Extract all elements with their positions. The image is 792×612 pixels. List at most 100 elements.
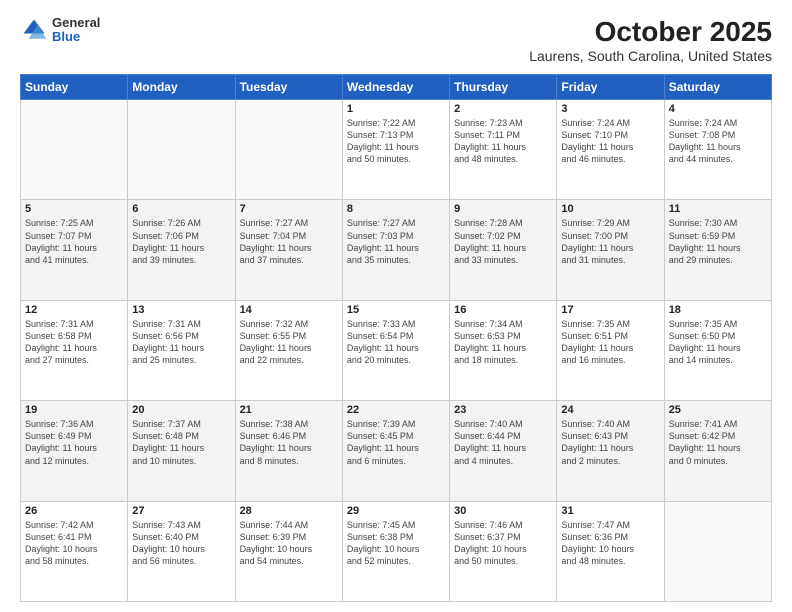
day-info: Sunrise: 7:23 AM Sunset: 7:11 PM Dayligh… [454,117,552,166]
day-number: 22 [347,404,445,416]
calendar-cell: 2 Sunrise: 7:23 AM Sunset: 7:11 PM Daylig… [450,100,557,200]
day-number: 21 [240,404,338,416]
page: General Blue October 2025 Laurens, South… [0,0,792,612]
calendar-cell: 16Sunrise: 7:34 AM Sunset: 6:53 PM Dayli… [450,300,557,400]
day-number: 9 [454,203,552,215]
calendar-cell: 20 Sunrise: 7:37 AM Sunset: 6:48 PM Dayli… [128,401,235,501]
day-number: 6 [132,203,230,215]
day-number: 28 [240,505,338,517]
day-number: 15 [347,304,445,316]
calendar-cell: 27 Sunrise: 7:43 AM Sunset: 6:40 PM Dayli… [128,501,235,601]
calendar-cell: 23 Sunrise: 7:40 AM Sunset: 6:44 PM Dayli… [450,401,557,501]
day-info: Sunrise: 7:37 AM Sunset: 6:48 PM Dayligh… [132,418,230,467]
calendar-cell: 18 Sunrise: 7:35 AM Sunset: 6:50 PM Dayli… [664,300,771,400]
col-sunday: Sunday [21,75,128,100]
logo-general: General [52,16,100,30]
week-row-0: 1Sunrise: 7:22 AM Sunset: 7:13 PM Daylig… [21,100,772,200]
day-info: Sunrise: 7:40 AM Sunset: 6:44 PM Dayligh… [454,418,552,467]
day-number: 30 [454,505,552,517]
day-number: 25 [669,404,767,416]
calendar-cell: 28 Sunrise: 7:44 AM Sunset: 6:39 PM Dayli… [235,501,342,601]
calendar-cell: 29 Sunrise: 7:45 AM Sunset: 6:38 PM Dayli… [342,501,449,601]
calendar-cell: 24Sunrise: 7:40 AM Sunset: 6:43 PM Dayli… [557,401,664,501]
day-number: 7 [240,203,338,215]
day-info: Sunrise: 7:35 AM Sunset: 6:50 PM Dayligh… [669,318,767,367]
day-info: Sunrise: 7:32 AM Sunset: 6:55 PM Dayligh… [240,318,338,367]
day-number: 29 [347,505,445,517]
col-tuesday: Tuesday [235,75,342,100]
day-number: 4 [669,103,767,115]
day-number: 1 [347,103,445,115]
day-number: 17 [561,304,659,316]
day-number: 23 [454,404,552,416]
calendar-subtitle: Laurens, South Carolina, United States [529,48,772,64]
day-info: Sunrise: 7:27 AM Sunset: 7:03 PM Dayligh… [347,217,445,266]
calendar-cell: 31Sunrise: 7:47 AM Sunset: 6:36 PM Dayli… [557,501,664,601]
day-info: Sunrise: 7:33 AM Sunset: 6:54 PM Dayligh… [347,318,445,367]
week-row-3: 19Sunrise: 7:36 AM Sunset: 6:49 PM Dayli… [21,401,772,501]
day-number: 5 [25,203,123,215]
day-info: Sunrise: 7:43 AM Sunset: 6:40 PM Dayligh… [132,519,230,568]
calendar-cell: 6Sunrise: 7:26 AM Sunset: 7:06 PM Daylig… [128,200,235,300]
day-number: 18 [669,304,767,316]
day-info: Sunrise: 7:41 AM Sunset: 6:42 PM Dayligh… [669,418,767,467]
day-info: Sunrise: 7:29 AM Sunset: 7:00 PM Dayligh… [561,217,659,266]
day-info: Sunrise: 7:28 AM Sunset: 7:02 PM Dayligh… [454,217,552,266]
logo: General Blue [20,16,100,45]
day-info: Sunrise: 7:35 AM Sunset: 6:51 PM Dayligh… [561,318,659,367]
day-info: Sunrise: 7:24 AM Sunset: 7:10 PM Dayligh… [561,117,659,166]
calendar-cell: 14 Sunrise: 7:32 AM Sunset: 6:55 PM Dayli… [235,300,342,400]
col-monday: Monday [128,75,235,100]
day-number: 11 [669,203,767,215]
logo-blue: Blue [52,30,100,44]
day-info: Sunrise: 7:34 AM Sunset: 6:53 PM Dayligh… [454,318,552,367]
logo-text: General Blue [52,16,100,45]
day-number: 13 [132,304,230,316]
logo-icon [20,16,48,44]
header-row: Sunday Monday Tuesday Wednesday Thursday… [21,75,772,100]
calendar-cell: 8 Sunrise: 7:27 AM Sunset: 7:03 PM Daylig… [342,200,449,300]
calendar-cell: 4 Sunrise: 7:24 AM Sunset: 7:08 PM Daylig… [664,100,771,200]
day-info: Sunrise: 7:31 AM Sunset: 6:56 PM Dayligh… [132,318,230,367]
day-info: Sunrise: 7:47 AM Sunset: 6:36 PM Dayligh… [561,519,659,568]
calendar-cell: 5 Sunrise: 7:25 AM Sunset: 7:07 PM Daylig… [21,200,128,300]
calendar-cell [21,100,128,200]
calendar-cell: 9 Sunrise: 7:28 AM Sunset: 7:02 PM Daylig… [450,200,557,300]
calendar-cell: 13 Sunrise: 7:31 AM Sunset: 6:56 PM Dayli… [128,300,235,400]
day-number: 2 [454,103,552,115]
calendar-cell: 17 Sunrise: 7:35 AM Sunset: 6:51 PM Dayli… [557,300,664,400]
day-info: Sunrise: 7:45 AM Sunset: 6:38 PM Dayligh… [347,519,445,568]
day-number: 14 [240,304,338,316]
day-info: Sunrise: 7:25 AM Sunset: 7:07 PM Dayligh… [25,217,123,266]
week-row-4: 26Sunrise: 7:42 AM Sunset: 6:41 PM Dayli… [21,501,772,601]
day-info: Sunrise: 7:24 AM Sunset: 7:08 PM Dayligh… [669,117,767,166]
header: General Blue October 2025 Laurens, South… [20,16,772,64]
week-row-2: 12 Sunrise: 7:31 AM Sunset: 6:58 PM Dayli… [21,300,772,400]
day-info: Sunrise: 7:31 AM Sunset: 6:58 PM Dayligh… [25,318,123,367]
calendar-cell: 12 Sunrise: 7:31 AM Sunset: 6:58 PM Dayli… [21,300,128,400]
calendar-cell [235,100,342,200]
day-number: 20 [132,404,230,416]
calendar-cell: 30Sunrise: 7:46 AM Sunset: 6:37 PM Dayli… [450,501,557,601]
calendar-cell: 26Sunrise: 7:42 AM Sunset: 6:41 PM Dayli… [21,501,128,601]
day-number: 27 [132,505,230,517]
calendar-cell: 19Sunrise: 7:36 AM Sunset: 6:49 PM Dayli… [21,401,128,501]
calendar-cell [664,501,771,601]
calendar-cell [128,100,235,200]
day-number: 26 [25,505,123,517]
day-info: Sunrise: 7:44 AM Sunset: 6:39 PM Dayligh… [240,519,338,568]
day-info: Sunrise: 7:40 AM Sunset: 6:43 PM Dayligh… [561,418,659,467]
calendar-cell: 22Sunrise: 7:39 AM Sunset: 6:45 PM Dayli… [342,401,449,501]
calendar-cell: 1Sunrise: 7:22 AM Sunset: 7:13 PM Daylig… [342,100,449,200]
col-friday: Friday [557,75,664,100]
calendar-cell: 15 Sunrise: 7:33 AM Sunset: 6:54 PM Dayli… [342,300,449,400]
day-number: 8 [347,203,445,215]
calendar-cell: 21Sunrise: 7:38 AM Sunset: 6:46 PM Dayli… [235,401,342,501]
day-number: 12 [25,304,123,316]
calendar-cell: 11Sunrise: 7:30 AM Sunset: 6:59 PM Dayli… [664,200,771,300]
day-number: 19 [25,404,123,416]
day-info: Sunrise: 7:27 AM Sunset: 7:04 PM Dayligh… [240,217,338,266]
day-number: 3 [561,103,659,115]
calendar-cell: 7 Sunrise: 7:27 AM Sunset: 7:04 PM Daylig… [235,200,342,300]
col-wednesday: Wednesday [342,75,449,100]
